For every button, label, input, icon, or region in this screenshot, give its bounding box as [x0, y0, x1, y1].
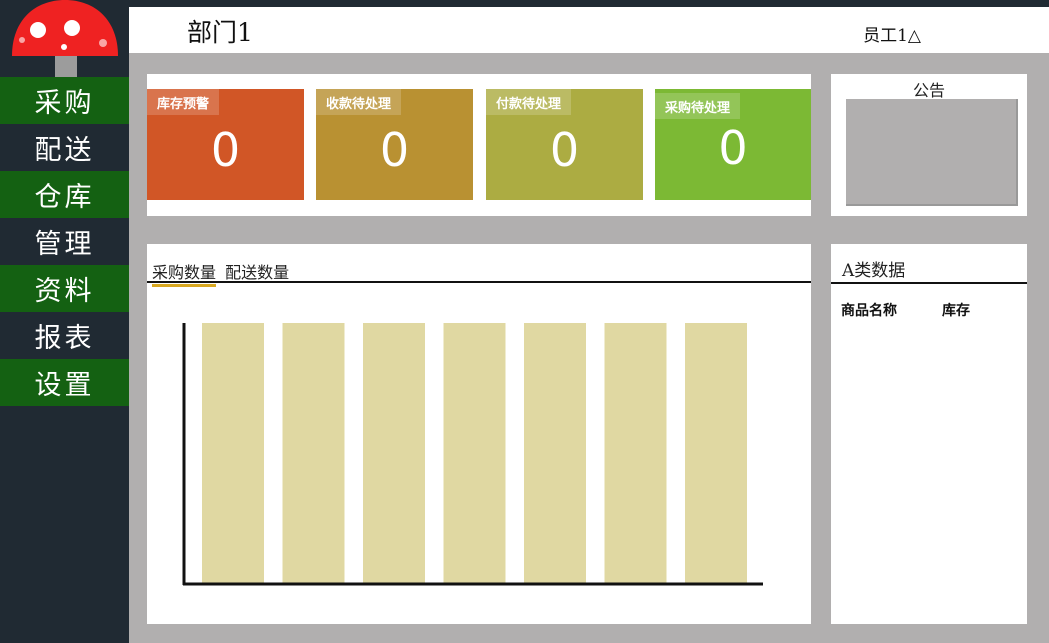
stat-card-label: 收款待处理: [316, 89, 402, 115]
nav-item-management[interactable]: 管理: [0, 218, 129, 265]
nav-item-delivery[interactable]: 配送: [0, 124, 129, 171]
bar-4: [443, 323, 506, 584]
column-header-stock: 库存: [942, 303, 970, 319]
bar-5: [524, 323, 586, 584]
nav-item-purchase[interactable]: 采购: [0, 77, 129, 124]
bar-2: [282, 323, 345, 584]
a-data-divider: [831, 282, 1027, 284]
notice-title: 公告: [912, 81, 945, 100]
stat-card-receivables-pending[interactable]: 收款待处理 0: [316, 89, 473, 200]
nav-item-warehouse[interactable]: 仓库: [0, 171, 129, 218]
notice-panel: 公告: [831, 74, 1027, 216]
bar-chart: [182, 323, 763, 586]
stats-panel: 库存预警 0 收款待处理 0 付款待处理 0 采购待处理 0: [147, 74, 811, 216]
nav-item-reports[interactable]: 报表: [0, 312, 129, 359]
main-nav: 采购 配送 仓库 管理 资料 报表 设置: [0, 77, 129, 406]
bar-1: [202, 323, 264, 584]
stat-card-value: 0: [549, 123, 580, 177]
stat-card-label: 库存预警: [147, 89, 220, 115]
user-menu[interactable]: 员工1△: [863, 21, 921, 46]
stat-card-value: 0: [718, 121, 748, 175]
nav-item-materials[interactable]: 资料: [0, 265, 129, 312]
stat-card-inventory-warning[interactable]: 库存预警 0: [147, 89, 304, 200]
bar-6: [604, 323, 667, 584]
column-header-product-name: 商品名称: [841, 303, 897, 319]
stat-card-value: 0: [379, 123, 410, 177]
notice-content: [846, 99, 1018, 206]
a-data-panel: A类数据 商品名称 库存: [831, 244, 1027, 624]
stat-card-label: 付款待处理: [486, 89, 572, 115]
a-data-title: A类数据: [842, 261, 906, 281]
top-strip: [0, 0, 1049, 7]
chart-panel: 采购数量 配送数量: [147, 244, 811, 624]
stat-card-value: 0: [210, 123, 241, 177]
a-data-table-header: 商品名称 库存: [841, 300, 970, 320]
stat-card-purchase-pending[interactable]: 采购待处理 0: [655, 89, 811, 200]
bar-3: [363, 323, 425, 584]
department-title: 部门1: [187, 18, 253, 47]
mushroom-logo-icon: [12, 0, 118, 77]
stat-card-payables-pending[interactable]: 付款待处理 0: [486, 89, 643, 200]
bar-7: [685, 323, 747, 584]
header-bar: 部门1 员工1△: [129, 7, 1049, 53]
nav-item-settings[interactable]: 设置: [0, 359, 129, 406]
stat-card-label: 采购待处理: [655, 93, 741, 119]
sidebar: 采购 配送 仓库 管理 资料 报表 设置: [0, 0, 129, 643]
